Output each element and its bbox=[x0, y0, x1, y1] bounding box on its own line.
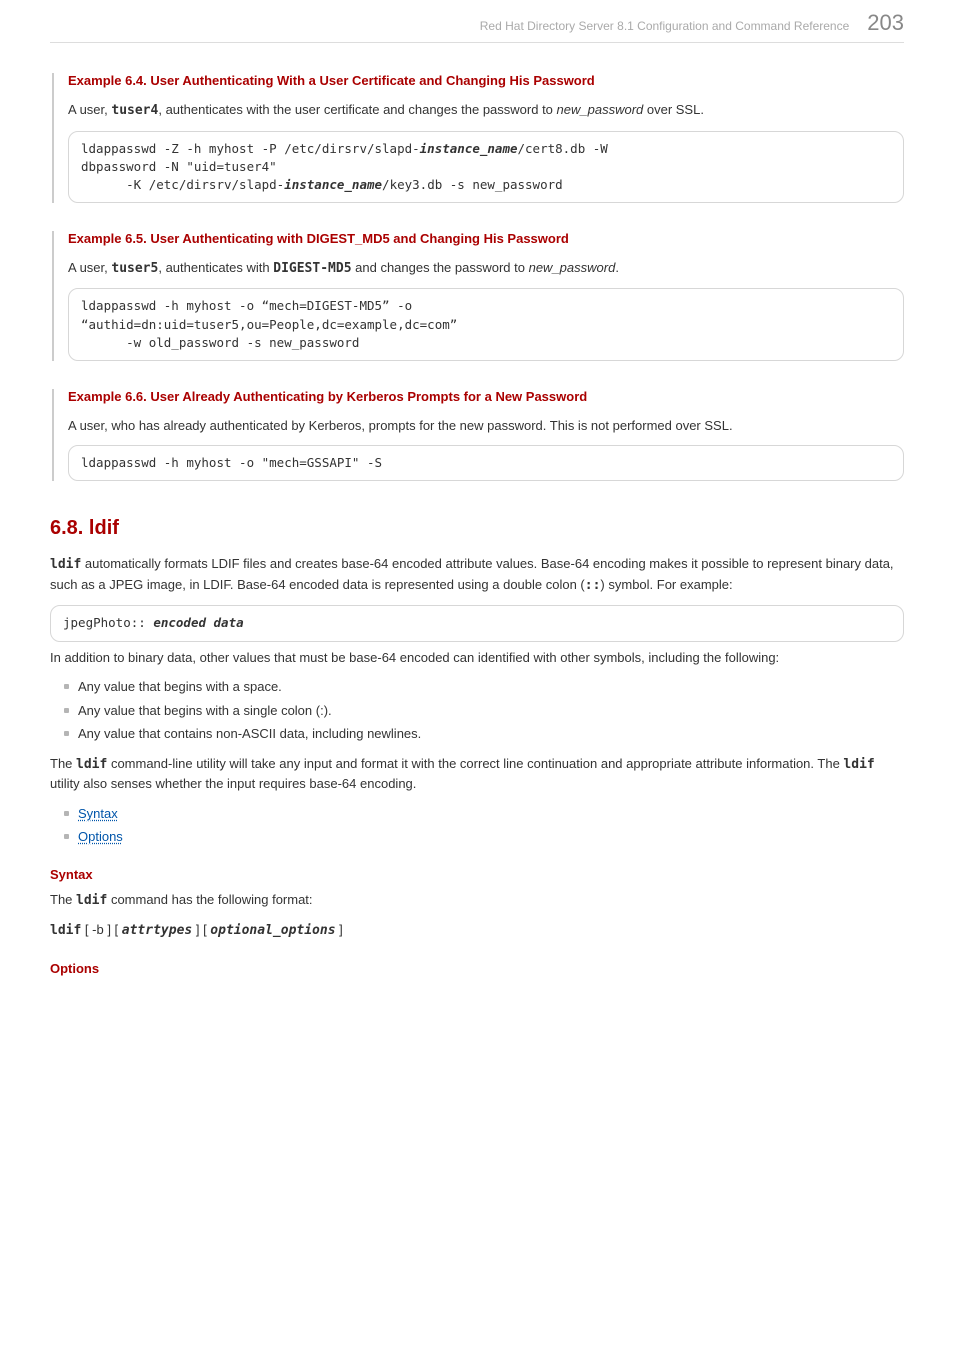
code-line: /cert8.db -W bbox=[518, 141, 616, 156]
text: A user, bbox=[68, 260, 111, 275]
list-item: Any value that begins with a space. bbox=[64, 677, 904, 697]
example-6-6: Example 6.6. User Already Authenticating… bbox=[52, 389, 904, 482]
code-line: /key3.db -s new_password bbox=[382, 177, 563, 192]
text: The bbox=[50, 756, 76, 771]
text: ] bbox=[336, 922, 343, 937]
text: ) symbol. For example: bbox=[600, 577, 732, 592]
code-line: jpegPhoto:: bbox=[63, 615, 153, 630]
code-block: ldappasswd -Z -h myhost -P /etc/dirsrv/s… bbox=[68, 131, 904, 203]
subheading-syntax: Syntax bbox=[50, 867, 904, 882]
literal-mech: DIGEST-MD5 bbox=[273, 261, 351, 276]
text: , authenticates with bbox=[158, 260, 273, 275]
page-header: Red Hat Directory Server 8.1 Configurati… bbox=[50, 0, 904, 43]
code-line: “authid=dn:uid=tuser5,ou=People,dc=examp… bbox=[81, 317, 457, 332]
example-description: A user, who has already authenticated by… bbox=[68, 416, 904, 436]
text: command has the following format: bbox=[107, 892, 312, 907]
text: and changes the password to bbox=[352, 260, 529, 275]
literal-ldif: ldif bbox=[76, 757, 107, 772]
literal-ldif: ldif bbox=[50, 557, 81, 572]
replaceable: instance_name bbox=[420, 141, 518, 156]
example-6-5: Example 6.5. User Authenticating with DI… bbox=[52, 231, 904, 361]
code-line: -w old_password -s new_password bbox=[81, 335, 359, 350]
code-block: jpegPhoto:: encoded data bbox=[50, 605, 904, 641]
example-title: Example 6.6. User Already Authenticating… bbox=[68, 389, 904, 404]
text: A user, bbox=[68, 102, 111, 117]
code-line: -K /etc/dirsrv/slapd- bbox=[81, 177, 284, 192]
syntax-paragraph: The ldif command has the following forma… bbox=[50, 890, 904, 911]
replaceable: instance_name bbox=[284, 177, 382, 192]
example-description: A user, tuser4, authenticates with the u… bbox=[68, 100, 904, 121]
example-title: Example 6.4. User Authenticating With a … bbox=[68, 73, 904, 88]
text: , authenticates with the user certificat… bbox=[158, 102, 556, 117]
example-description: A user, tuser5, authenticates with DIGES… bbox=[68, 258, 904, 279]
text: command-line utility will take any input… bbox=[107, 756, 843, 771]
replaceable: encoded data bbox=[153, 615, 243, 630]
text: The bbox=[50, 892, 76, 907]
list-item: Any value that contains non-ASCII data, … bbox=[64, 724, 904, 744]
code-block: ldappasswd -h myhost -o "mech=GSSAPI" -S bbox=[68, 445, 904, 481]
list-item: Options bbox=[64, 827, 904, 847]
text: . bbox=[615, 260, 619, 275]
literal-user: tuser4 bbox=[111, 103, 158, 118]
page-number: 203 bbox=[867, 10, 904, 36]
literal-dc: :: bbox=[585, 578, 601, 593]
code-line: dbpassword -N "uid=tuser4" bbox=[81, 159, 277, 174]
text: ] [ bbox=[192, 922, 210, 937]
example-6-4: Example 6.4. User Authenticating With a … bbox=[52, 73, 904, 203]
replaceable: optional_options bbox=[210, 923, 335, 938]
subheading-options: Options bbox=[50, 961, 904, 976]
section-paragraph: The ldif command-line utility will take … bbox=[50, 754, 904, 794]
text: utility also senses whether the input re… bbox=[50, 776, 416, 791]
header-title: Red Hat Directory Server 8.1 Configurati… bbox=[480, 19, 850, 33]
link-options[interactable]: Options bbox=[78, 829, 123, 844]
list-item: Any value that begins with a single colo… bbox=[64, 701, 904, 721]
list-item: Syntax bbox=[64, 804, 904, 824]
text: [ -b ] [ bbox=[81, 922, 121, 937]
link-syntax[interactable]: Syntax bbox=[78, 806, 118, 821]
text: over SSL. bbox=[643, 102, 704, 117]
code-line: ldappasswd -Z -h myhost -P /etc/dirsrv/s… bbox=[81, 141, 420, 156]
section-paragraph: In addition to binary data, other values… bbox=[50, 648, 904, 668]
literal-user: tuser5 bbox=[111, 261, 158, 276]
replaceable-newpw: new_password bbox=[557, 102, 644, 117]
section-title-ldif: 6.8. ldif bbox=[50, 517, 904, 540]
syntax-format: ldif [ -b ] [ attrtypes ] [ optional_opt… bbox=[50, 920, 904, 941]
code-line: ldappasswd -h myhost -o “mech=DIGEST-MD5… bbox=[81, 298, 420, 313]
literal-ldif: ldif bbox=[843, 757, 874, 772]
text: automatically formats LDIF files and cre… bbox=[50, 556, 894, 592]
literal-ldif: ldif bbox=[50, 923, 81, 938]
section-paragraph: ldif automatically formats LDIF files an… bbox=[50, 554, 904, 595]
link-list: Syntax Options bbox=[50, 804, 904, 847]
code-block: ldappasswd -h myhost -o “mech=DIGEST-MD5… bbox=[68, 288, 904, 360]
replaceable: attrtypes bbox=[122, 923, 192, 938]
example-title: Example 6.5. User Authenticating with DI… bbox=[68, 231, 904, 246]
code-line: ldappasswd -h myhost -o "mech=GSSAPI" -S bbox=[81, 455, 382, 470]
replaceable-newpw: new_password bbox=[529, 260, 616, 275]
bullet-list: Any value that begins with a space. Any … bbox=[50, 677, 904, 744]
literal-ldif: ldif bbox=[76, 893, 107, 908]
